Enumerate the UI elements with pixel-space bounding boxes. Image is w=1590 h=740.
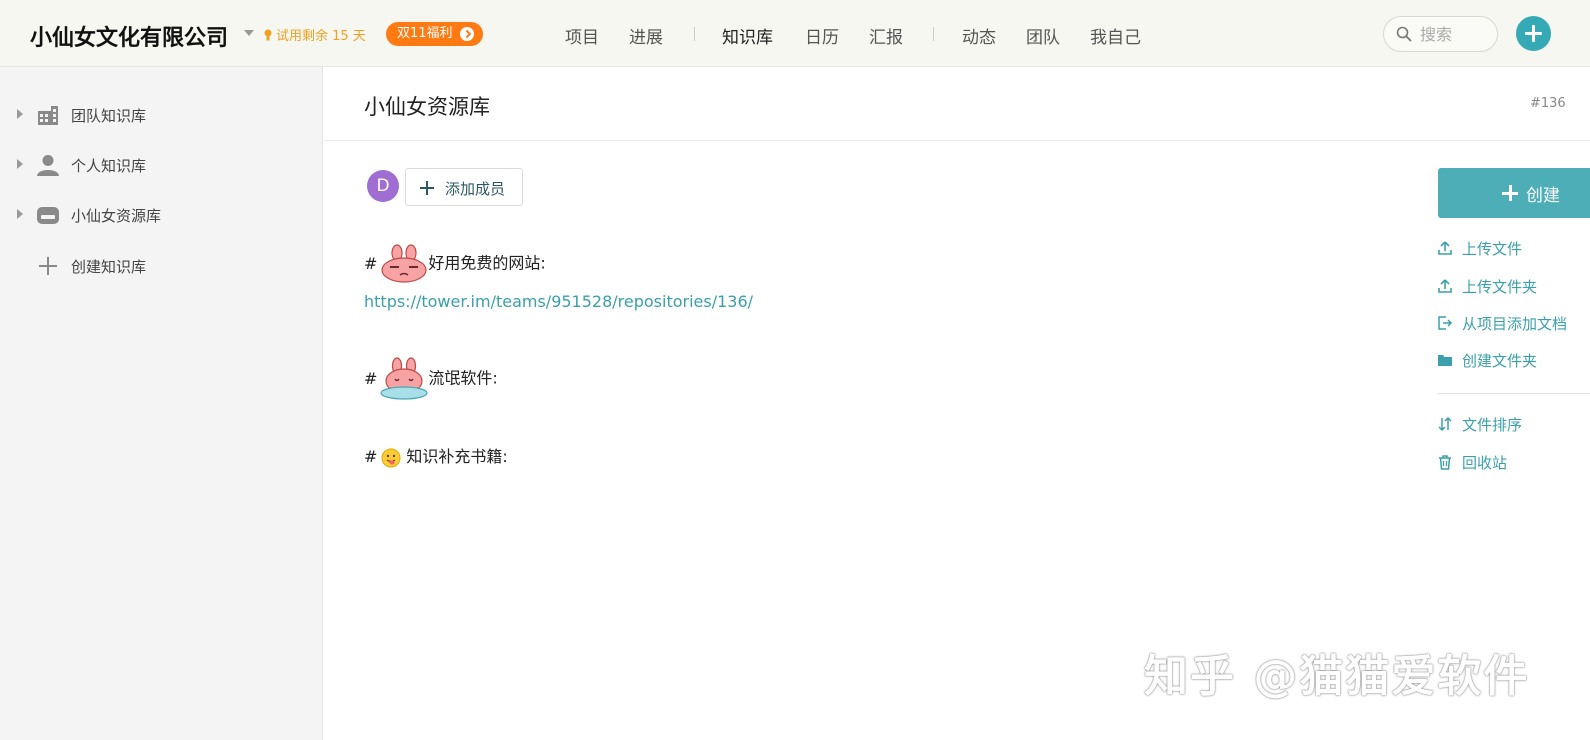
sidebar-item-resource-kb[interactable]: 小仙女资源库	[0, 195, 322, 235]
recycle-bin-button[interactable]: 回收站	[1437, 451, 1590, 473]
hash-mark: #	[364, 253, 378, 273]
nav-divider	[694, 27, 695, 41]
upload-file-button[interactable]: 上传文件	[1437, 237, 1590, 259]
nav-team[interactable]: 团队	[1026, 23, 1060, 48]
create-label: 创建	[1526, 186, 1560, 206]
plus-icon	[1502, 185, 1518, 201]
sidebar-item-label: 团队知识库	[71, 107, 147, 125]
nav-reports[interactable]: 汇报	[869, 23, 903, 48]
nav-projects[interactable]: 项目	[565, 23, 599, 48]
upload-icon	[1438, 241, 1452, 255]
plus-icon	[420, 181, 434, 195]
team-name[interactable]: 小仙女文化有限公司	[30, 20, 228, 52]
sidebar-item-label: 创建知识库	[71, 258, 147, 276]
add-from-project-button[interactable]: 从项目添加文档	[1437, 312, 1590, 334]
search-box[interactable]	[1383, 16, 1498, 52]
sidebar-item-label: 小仙女资源库	[71, 207, 162, 225]
avatar[interactable]: D	[367, 170, 399, 202]
upload-file-label: 上传文件	[1462, 240, 1523, 258]
note-line: # 流氓软件:	[364, 357, 498, 401]
add-from-project-label: 从项目添加文档	[1462, 315, 1568, 333]
folder-icon	[1438, 355, 1452, 366]
nav-calendar[interactable]: 日历	[805, 23, 839, 48]
hash-mark: #	[364, 368, 378, 388]
import-icon	[1438, 316, 1453, 330]
add-member-button[interactable]: 添加成员	[405, 168, 523, 206]
nav-myself[interactable]: 我自己	[1090, 23, 1141, 48]
page-title: 小仙女资源库	[364, 95, 490, 119]
sort-files-label: 文件排序	[1462, 416, 1523, 434]
top-bar: 小仙女文化有限公司 试用剩余 15 天 双11福利 项目 进展 知识库 日历 汇…	[0, 0, 1590, 67]
note-text: 知识补充书籍:	[406, 447, 508, 466]
sidebar-item-create-kb[interactable]: 创建知识库	[0, 246, 322, 286]
trash-icon	[1439, 455, 1451, 470]
promo-label: 双11福利	[397, 26, 453, 41]
chevron-right-icon	[459, 27, 474, 41]
rabbit-squint-sticker	[381, 244, 428, 283]
quick-add-button[interactable]	[1516, 16, 1551, 51]
search-input[interactable]	[1420, 23, 1492, 45]
nav-activity[interactable]: 动态	[962, 23, 996, 48]
sort-icon	[1438, 416, 1452, 432]
actions-divider	[1437, 393, 1590, 394]
trial-remaining[interactable]: 试用剩余 15 天	[264, 25, 366, 44]
recycle-bin-label: 回收站	[1462, 454, 1508, 472]
nav-knowledge-base[interactable]: 知识库	[722, 23, 773, 48]
repository-link[interactable]: https://tower.im/teams/951528/repositori…	[364, 292, 753, 311]
watermark: 知乎 @猫猫爱软件	[1144, 651, 1530, 702]
note-text: 流氓软件:	[428, 368, 498, 388]
trial-text: 试用剩余 15 天	[276, 29, 366, 44]
promo-button[interactable]: 双11福利	[386, 22, 483, 46]
sidebar-item-team-kb[interactable]: 团队知识库	[0, 95, 322, 135]
tongue-emoji	[381, 448, 401, 467]
create-folder-label: 创建文件夹	[1462, 352, 1538, 370]
upload-icon	[1438, 279, 1452, 293]
add-member-label: 添加成员	[445, 180, 506, 198]
title-divider	[323, 140, 1590, 141]
hash-mark: #	[364, 447, 378, 466]
upload-folder-button[interactable]: 上传文件夹	[1437, 275, 1590, 297]
create-button[interactable]: 创建	[1438, 168, 1590, 218]
sidebar-item-personal-kb[interactable]: 个人知识库	[0, 145, 322, 185]
repo-id: #136	[1530, 96, 1566, 111]
sort-files-button[interactable]: 文件排序	[1437, 413, 1590, 435]
bulb-icon	[264, 29, 272, 41]
team-switch-caret-icon[interactable]	[244, 30, 254, 36]
search-icon	[1396, 26, 1412, 42]
nav-progress[interactable]: 进展	[629, 23, 663, 48]
sidebar-item-label: 个人知识库	[71, 157, 147, 175]
person-icon	[37, 155, 59, 176]
rabbit-melting-sticker	[380, 357, 429, 400]
expand-arrow-icon[interactable]	[17, 159, 23, 169]
note-text: 好用免费的网站:	[428, 253, 546, 273]
drive-icon	[37, 207, 59, 224]
nav-divider	[933, 27, 934, 41]
upload-folder-label: 上传文件夹	[1462, 278, 1538, 296]
expand-arrow-icon[interactable]	[17, 109, 23, 119]
note-line: # 好用免费的网站:	[364, 244, 546, 284]
plus-icon	[39, 257, 57, 275]
create-folder-button[interactable]: 创建文件夹	[1437, 349, 1590, 371]
sidebar: 团队知识库 个人知识库 小仙女资源库 创建知识库	[0, 67, 323, 740]
expand-arrow-icon[interactable]	[17, 209, 23, 219]
note-line: # 知识补充书籍:	[364, 443, 508, 469]
building-icon	[38, 106, 58, 125]
